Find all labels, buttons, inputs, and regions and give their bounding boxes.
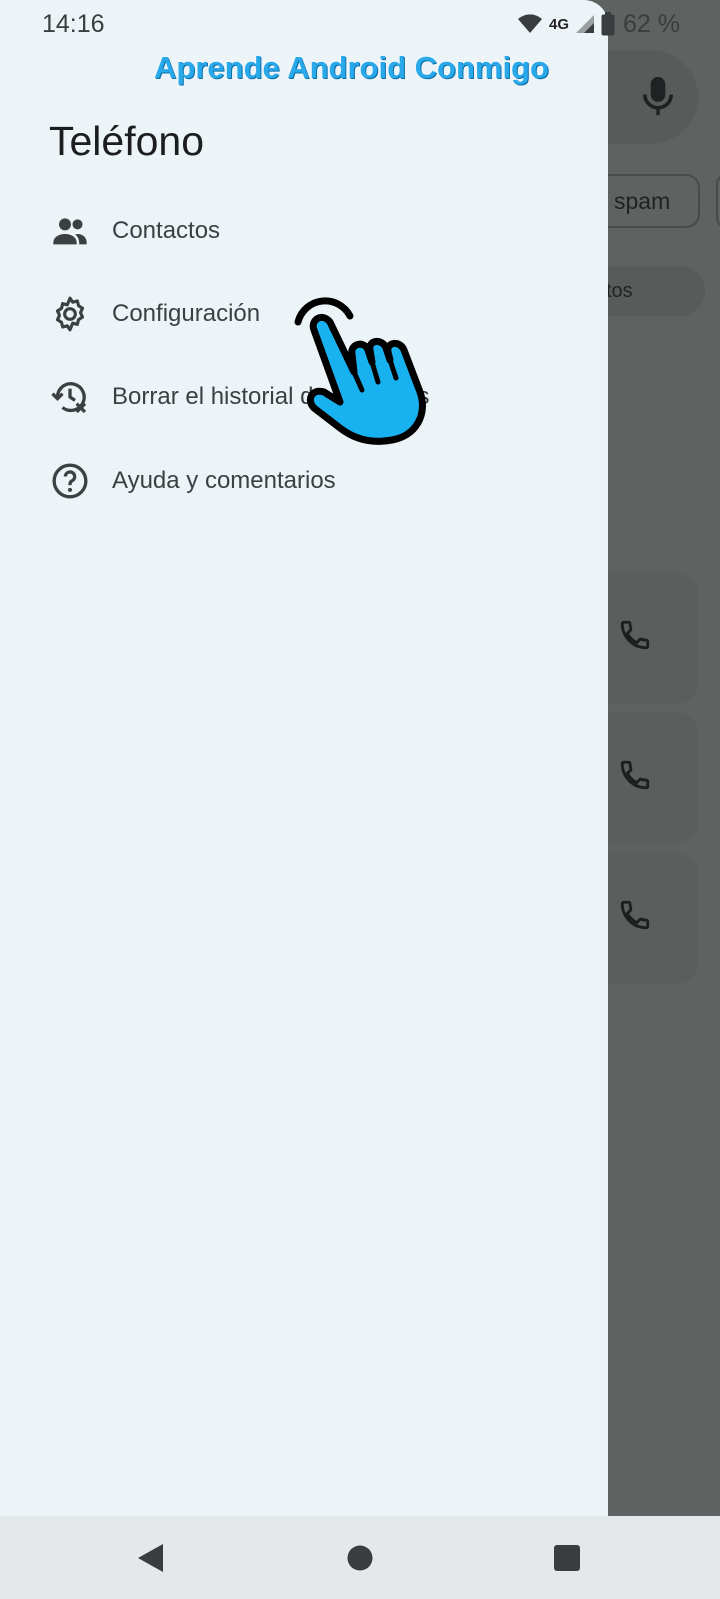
menu-item-label: Ayuda y comentarios: [112, 467, 336, 494]
recents-button[interactable]: [547, 1538, 587, 1578]
navigation-bar: [0, 1516, 720, 1599]
back-triangle-icon: [138, 1544, 163, 1572]
network-type: 4G: [549, 15, 570, 33]
contacts-icon: [50, 211, 90, 251]
battery-icon: [601, 12, 615, 36]
gear-icon: [50, 294, 90, 334]
clear-history-icon: [50, 377, 90, 417]
menu-item-label: Configuración: [112, 300, 261, 327]
status-bar: 14:16 4G 62 %: [0, 0, 720, 50]
home-button[interactable]: [340, 1538, 380, 1578]
recents-square-icon: [554, 1545, 580, 1571]
signal-icon: [576, 15, 595, 33]
help-icon: [50, 461, 90, 501]
navigation-drawer: Aprende Android Conmigo Teléfono Contact…: [0, 0, 608, 1516]
home-circle-icon: [347, 1545, 373, 1571]
pointing-hand-icon: [294, 297, 426, 445]
menu-item-label: Contactos: [112, 217, 221, 244]
phone-icon[interactable]: [618, 898, 652, 932]
phone-icon[interactable]: [618, 618, 652, 652]
back-button[interactable]: [130, 1538, 170, 1578]
clock: 14:16: [42, 10, 105, 38]
filter-chip-next[interactable]: [716, 174, 720, 228]
menu-item-ayuda[interactable]: Ayuda y comentarios: [28, 446, 588, 516]
menu-item-contactos[interactable]: Contactos: [28, 196, 588, 266]
phone-icon[interactable]: [618, 758, 652, 792]
wifi-icon: [518, 14, 542, 33]
battery-percent: 62 %: [623, 9, 680, 38]
drawer-title: Teléfono: [49, 118, 205, 164]
microphone-icon[interactable]: [640, 74, 676, 118]
watermark: Aprende Android Conmigo: [154, 50, 549, 85]
